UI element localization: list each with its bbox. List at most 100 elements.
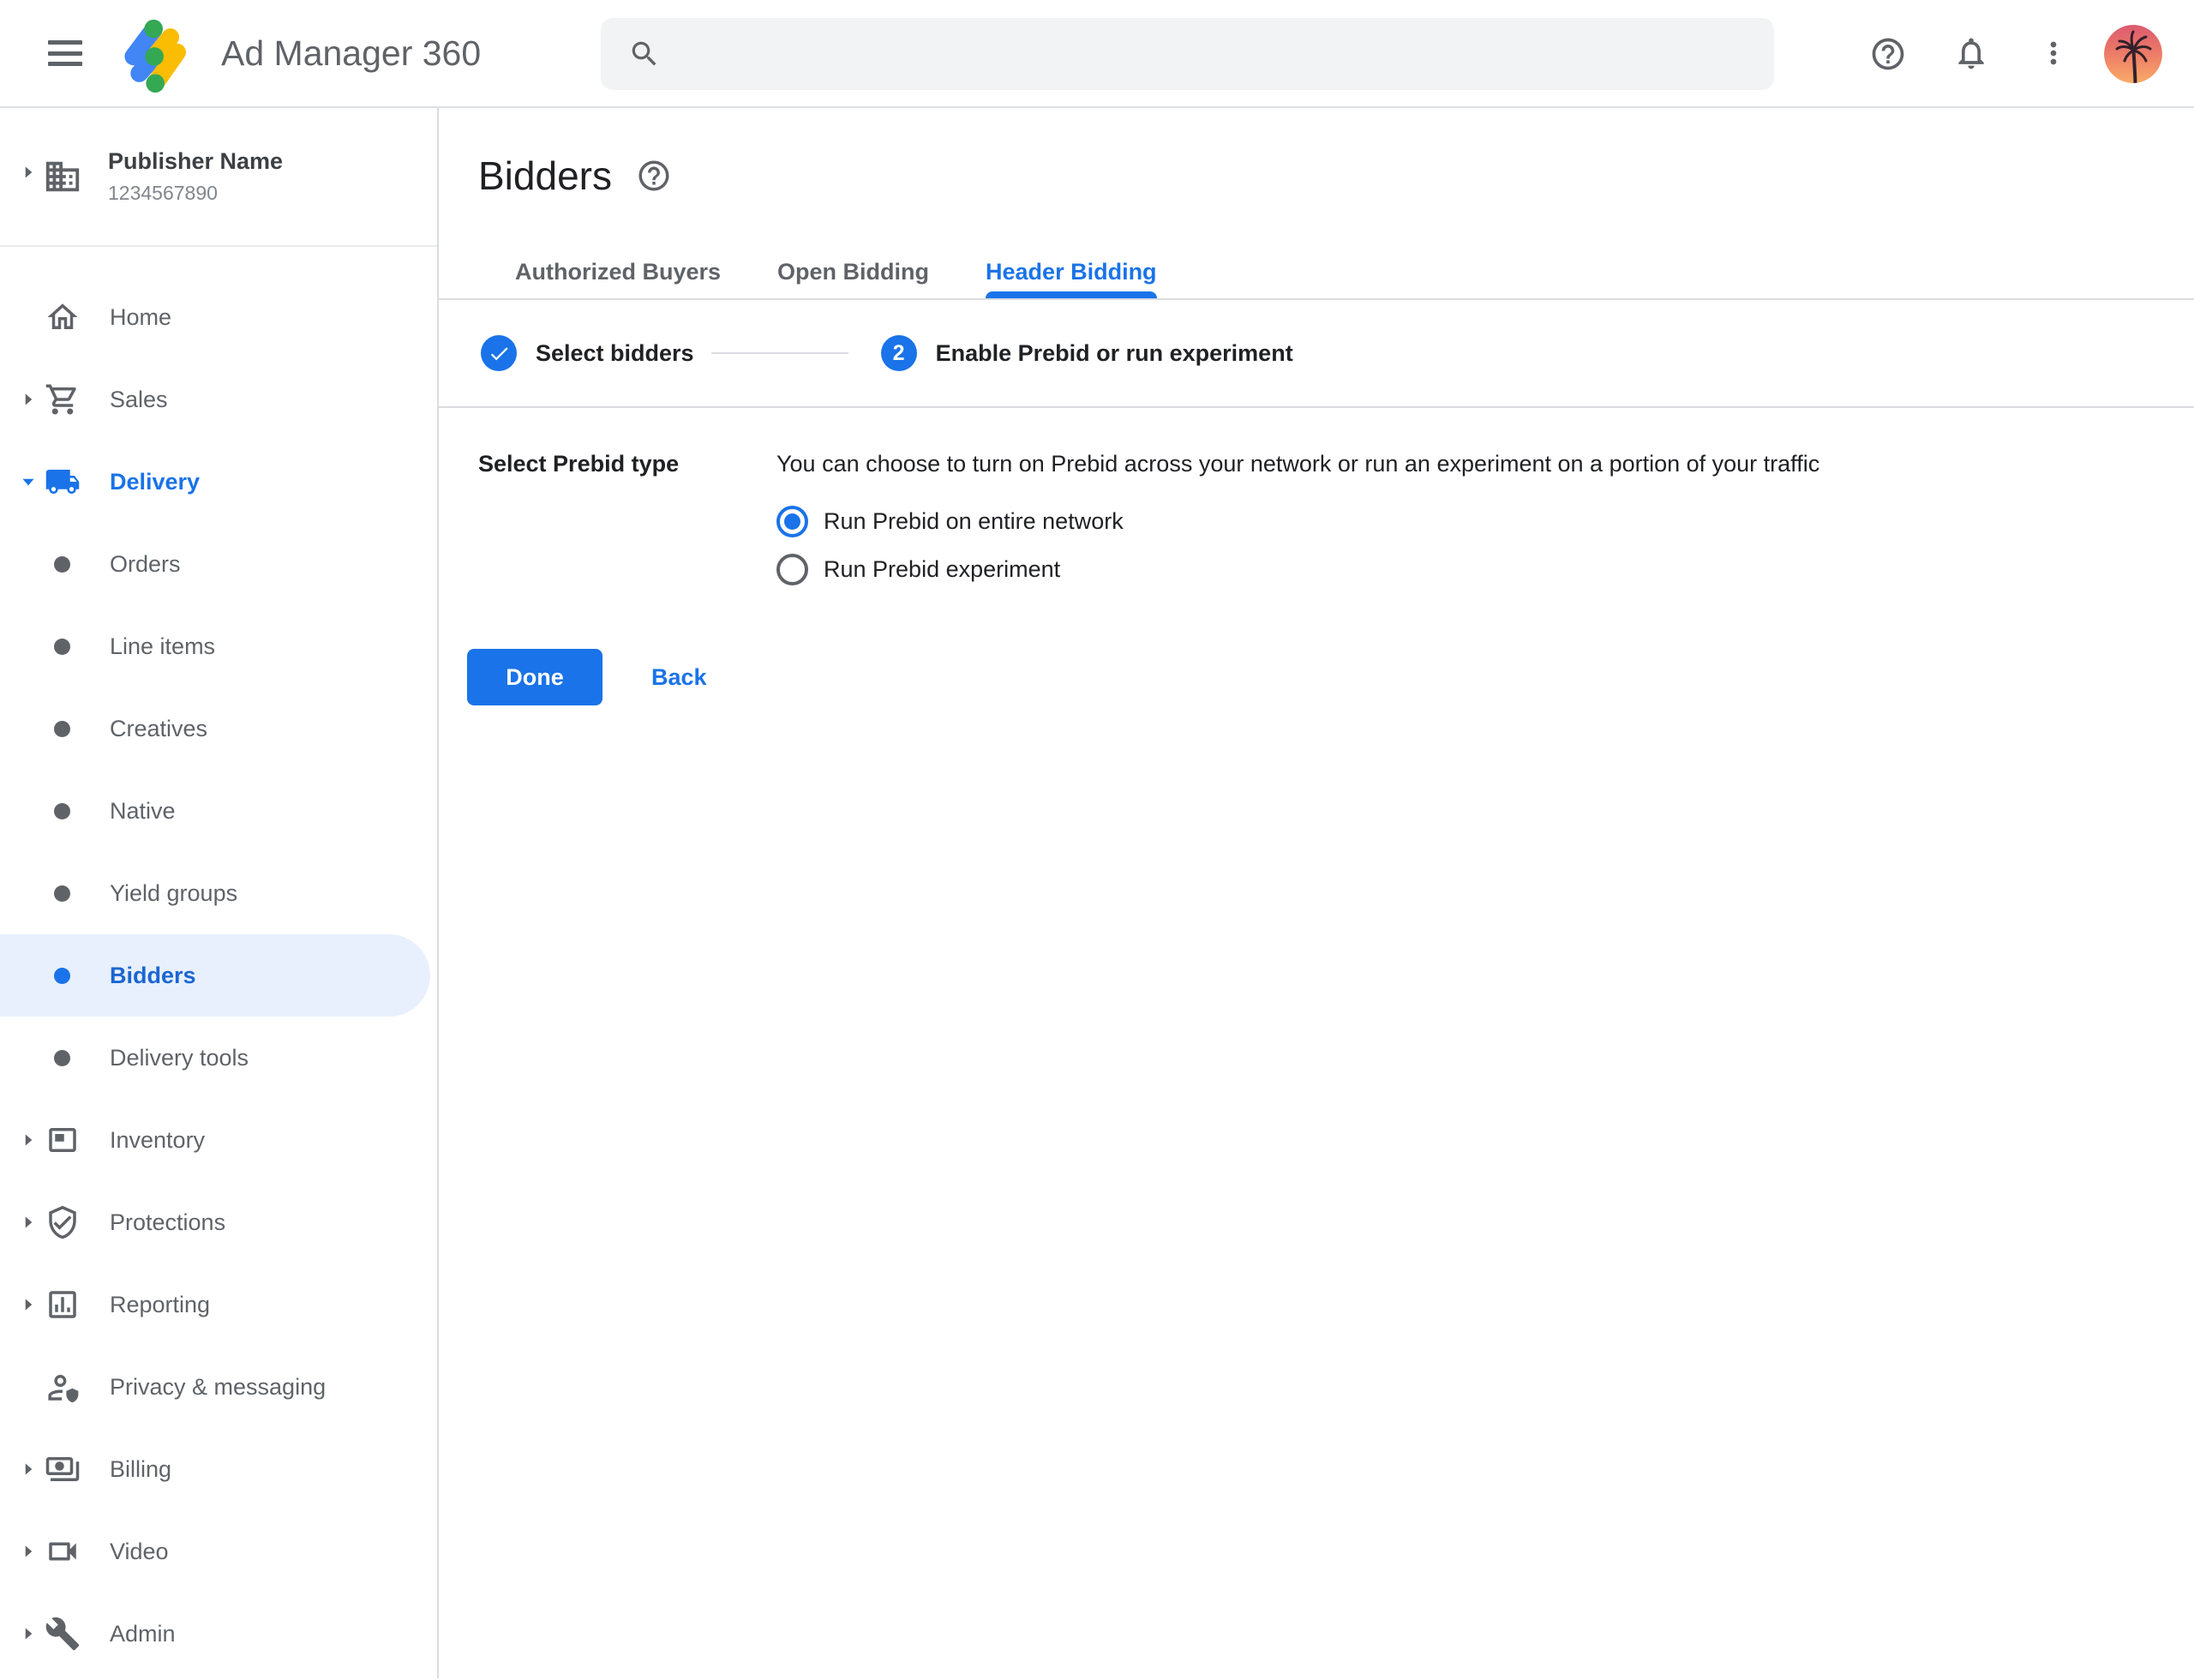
radio-unselected-icon <box>776 554 808 585</box>
sidebar-item-label: Sales <box>110 387 168 413</box>
sidebar-item-orders[interactable]: Orders <box>0 523 437 605</box>
bullet-icon <box>54 556 70 573</box>
radio-selected-icon <box>776 506 808 537</box>
bullet-icon <box>54 1050 70 1066</box>
search-input[interactable] <box>681 18 1753 90</box>
page-help-icon[interactable] <box>636 158 672 194</box>
stepper: Select bidders 2 Enable Prebid or run ex… <box>439 300 2194 408</box>
payments-icon <box>45 1451 81 1487</box>
sidebar-item-reporting[interactable]: Reporting <box>0 1263 437 1346</box>
tab-bar: Authorized Buyers Open Bidding Header Bi… <box>439 204 2194 300</box>
sidebar-item-bidders[interactable]: Bidders <box>0 934 430 1017</box>
sidebar-nav: Home Sales Delivery Orders Line items Creativ… <box>0 247 437 1675</box>
bullet-icon <box>54 639 70 655</box>
sidebar-item-native[interactable]: Native <box>0 770 437 852</box>
more-vert-icon[interactable] <box>2036 36 2071 70</box>
building-icon <box>43 157 82 196</box>
sidebar: Publisher Name 1234567890 Home Sales Deliv… <box>0 108 439 1678</box>
search-icon <box>628 38 661 70</box>
bullet-icon <box>54 968 70 984</box>
sidebar-item-label: Delivery tools <box>110 1045 249 1071</box>
sidebar-item-label: Delivery <box>110 469 200 495</box>
shield-check-icon <box>45 1204 81 1240</box>
prebid-type-radio-group: Run Prebid on entire network Run Prebid … <box>776 506 1819 585</box>
person-shield-icon <box>45 1369 81 1405</box>
back-link[interactable]: Back <box>651 664 707 691</box>
cart-icon <box>45 381 81 417</box>
step-2-number: 2 <box>881 335 917 371</box>
sidebar-item-label: Orders <box>110 551 181 578</box>
sidebar-item-label: Privacy & messaging <box>110 1374 326 1401</box>
sidebar-item-delivery[interactable]: Delivery <box>0 441 437 523</box>
sidebar-item-admin[interactable]: Admin <box>0 1593 437 1675</box>
bullet-icon <box>54 885 70 902</box>
chevron-right-icon <box>17 1540 39 1563</box>
search-bar[interactable] <box>601 18 1774 90</box>
home-icon <box>45 299 81 335</box>
form-field-label: Select Prebid type <box>478 449 776 585</box>
sidebar-item-label: Video <box>110 1539 169 1565</box>
sidebar-item-label: Bidders <box>110 963 196 989</box>
sidebar-item-protections[interactable]: Protections <box>0 1181 437 1263</box>
chevron-right-icon <box>17 1211 39 1233</box>
chevron-right-icon <box>17 388 39 411</box>
chevron-right-icon <box>17 1623 39 1645</box>
hamburger-menu-icon[interactable] <box>48 40 82 66</box>
sidebar-item-label: Reporting <box>110 1292 210 1318</box>
sidebar-item-label: Inventory <box>110 1127 205 1154</box>
sidebar-item-delivery-tools[interactable]: Delivery tools <box>0 1017 437 1099</box>
step-1-check-icon <box>481 335 517 371</box>
main-content: Bidders Authorized Buyers Open Bidding H… <box>439 108 2194 1678</box>
chevron-right-icon <box>17 1458 39 1480</box>
sidebar-item-inventory[interactable]: Inventory <box>0 1099 437 1181</box>
sidebar-item-label: Home <box>110 304 171 331</box>
radio-run-prebid-experiment[interactable]: Run Prebid experiment <box>776 554 1819 585</box>
avatar[interactable] <box>2104 25 2162 83</box>
radio-label: Run Prebid experiment <box>824 556 1060 583</box>
sidebar-item-yield-groups[interactable]: Yield groups <box>0 852 437 934</box>
sidebar-item-creatives[interactable]: Creatives <box>0 687 437 770</box>
step-2-label: Enable Prebid or run experiment <box>936 340 1293 367</box>
ad-unit-icon <box>45 1122 81 1158</box>
bar-chart-icon <box>45 1287 81 1323</box>
sidebar-item-billing[interactable]: Billing <box>0 1428 437 1510</box>
notifications-icon[interactable] <box>1952 34 1990 72</box>
bullet-icon <box>54 803 70 819</box>
page-title: Bidders <box>478 153 612 199</box>
ad-manager-logo <box>122 13 202 93</box>
sidebar-item-privacy-messaging[interactable]: Privacy & messaging <box>0 1346 437 1428</box>
publisher-id: 1234567890 <box>108 182 283 205</box>
sidebar-item-label: Line items <box>110 633 215 660</box>
step-enable-prebid[interactable]: 2 Enable Prebid or run experiment <box>881 335 1293 371</box>
chevron-right-icon <box>17 1293 39 1316</box>
radio-label: Run Prebid on entire network <box>824 508 1124 535</box>
step-connector <box>711 352 848 354</box>
sidebar-item-label: Admin <box>110 1621 176 1647</box>
help-icon[interactable] <box>1869 35 1907 73</box>
sidebar-item-sales[interactable]: Sales <box>0 358 437 441</box>
chevron-down-icon <box>17 471 39 493</box>
step-select-bidders[interactable]: Select bidders <box>481 335 694 371</box>
done-button[interactable]: Done <box>467 649 602 705</box>
sidebar-item-label: Creatives <box>110 716 207 742</box>
bullet-icon <box>54 721 70 737</box>
radio-run-prebid-entire-network[interactable]: Run Prebid on entire network <box>776 506 1819 537</box>
sidebar-item-video[interactable]: Video <box>0 1510 437 1593</box>
sidebar-item-line-items[interactable]: Line items <box>0 605 437 687</box>
product-name: Ad Manager 360 <box>221 33 481 74</box>
tab-authorized-buyers[interactable]: Authorized Buyers <box>487 245 749 298</box>
sidebar-item-label: Yield groups <box>110 880 237 907</box>
chevron-right-icon <box>17 161 39 183</box>
sidebar-item-label: Native <box>110 798 176 825</box>
publisher-name: Publisher Name <box>108 148 283 175</box>
publisher-switcher[interactable]: Publisher Name 1234567890 <box>0 108 437 245</box>
tab-open-bidding[interactable]: Open Bidding <box>749 245 957 298</box>
sidebar-item-label: Protections <box>110 1209 225 1236</box>
chevron-right-icon <box>17 1129 39 1151</box>
truck-icon <box>45 464 81 500</box>
wrench-icon <box>45 1616 81 1652</box>
sidebar-item-home[interactable]: Home <box>0 276 437 358</box>
sidebar-item-label: Billing <box>110 1456 171 1483</box>
app-header: Ad Manager 360 <box>0 0 2194 108</box>
tab-header-bidding[interactable]: Header Bidding <box>957 245 1185 298</box>
